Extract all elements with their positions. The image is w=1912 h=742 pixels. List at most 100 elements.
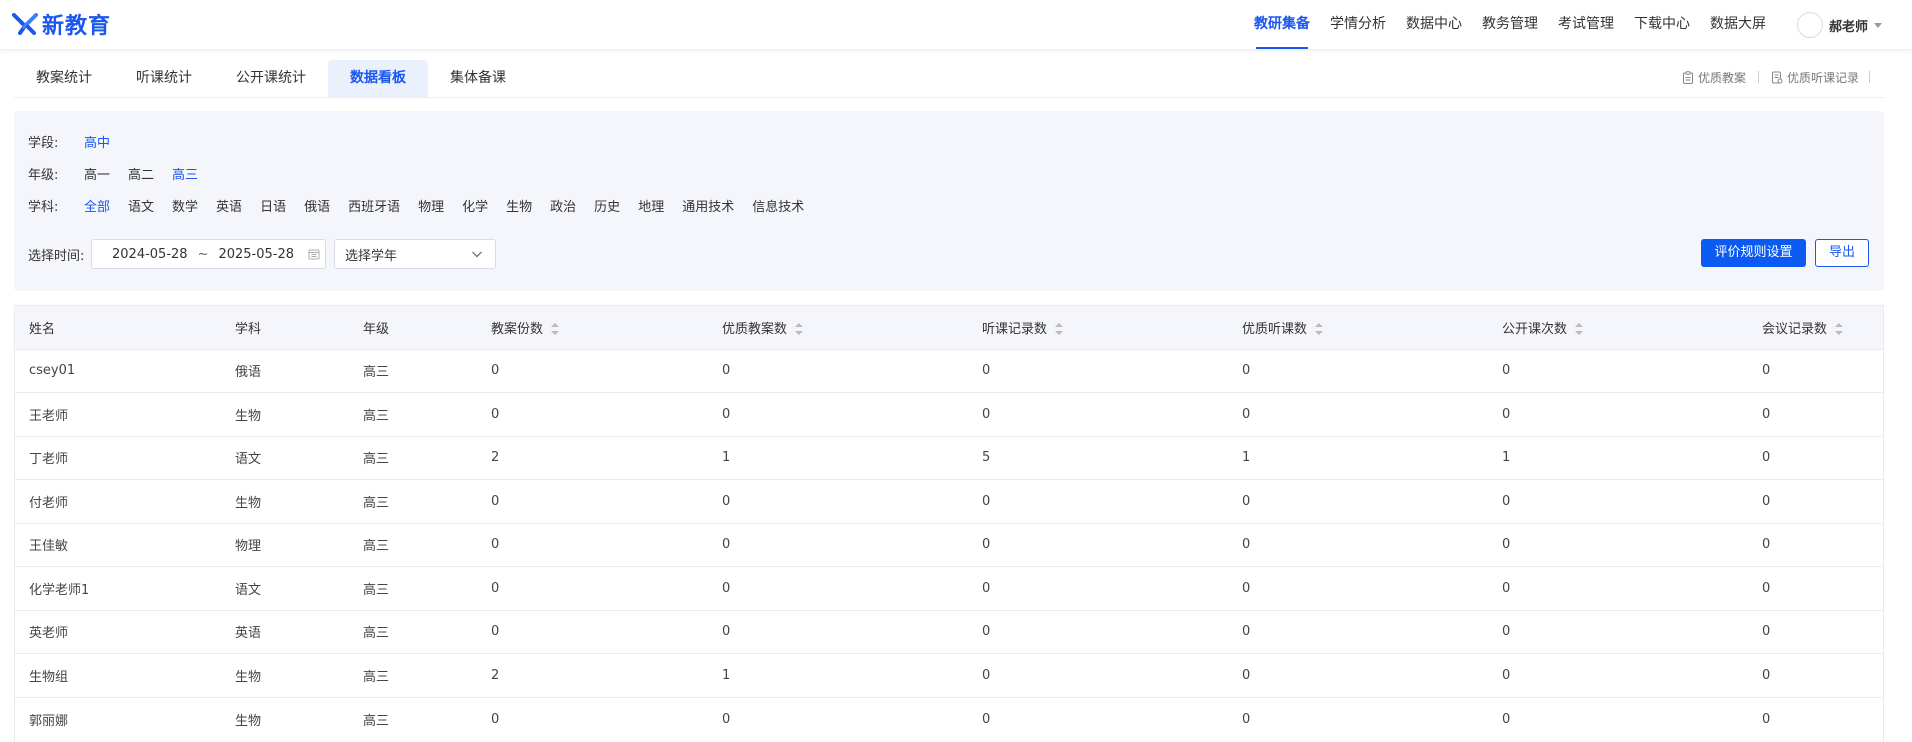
stats-table: 姓名 学科 年级 教案份数 优质教案数 听课记录数 优质听课数 公开课次数 会议记录数 csey…: [14, 305, 1884, 742]
sort-icon[interactable]: [1315, 323, 1324, 336]
nav-item[interactable]: 数据大屏: [1700, 0, 1776, 49]
table-cell: 付老师: [29, 495, 69, 511]
column-label: 学科: [235, 321, 262, 337]
sub-tabs: 教案统计 听课统计 公开课统计 数据看板 集体备课: [14, 60, 528, 97]
subject-option[interactable]: 俄语: [304, 196, 330, 215]
table-cell: 0: [722, 624, 731, 640]
stage-filter: 学段: 高中: [28, 131, 128, 151]
quicklink-quality-lessonplans[interactable]: 优质教案: [1682, 69, 1746, 86]
subject-option[interactable]: 数学: [172, 196, 198, 215]
table-cell: 0: [1762, 624, 1771, 640]
column-header[interactable]: 教案份数: [477, 306, 708, 349]
table-row: 英老师 英语 高三 0 0 0 0 0 0: [15, 610, 1883, 654]
table-cell: 高三: [363, 539, 390, 555]
column-header: 学科: [221, 306, 349, 349]
subject-option[interactable]: 全部: [84, 196, 110, 215]
column-label: 教案份数: [491, 321, 544, 337]
school-year-placeholder: 选择学年: [345, 248, 398, 264]
table-cell: 0: [1242, 493, 1251, 509]
subject-option[interactable]: 英语: [216, 196, 242, 215]
column-header[interactable]: 公开课次数: [1488, 306, 1748, 349]
table-cell: 0: [982, 406, 991, 422]
grade-option[interactable]: 高三: [172, 164, 198, 183]
table-body: csey01 俄语 高三 0 0 0 0 0 0 王老师 生物 高三 0 0 0 0 0 0 丁老师 语文 高三 2 1 5 1…: [15, 349, 1883, 741]
sub-tab[interactable]: 教案统计: [14, 60, 114, 97]
nav-item[interactable]: 数据中心: [1396, 0, 1472, 49]
table-cell: 0: [1762, 406, 1771, 422]
subject-option[interactable]: 化学: [462, 196, 488, 215]
subject-option[interactable]: 政治: [550, 196, 576, 215]
date-end[interactable]: 2025-05-28: [218, 247, 294, 262]
table-row: 王老师 生物 高三 0 0 0 0 0 0: [15, 392, 1883, 437]
grade-option[interactable]: 高一: [84, 164, 110, 183]
column-header[interactable]: 会议记录数: [1748, 306, 1883, 349]
table-cell: 高三: [363, 582, 390, 598]
grade-option[interactable]: 高二: [128, 164, 154, 183]
column-label: 姓名: [29, 321, 56, 337]
sort-icon[interactable]: [1055, 323, 1064, 336]
column-header[interactable]: 听课记录数: [968, 306, 1228, 349]
table-cell: 生物: [235, 495, 262, 511]
quicklink-quality-observations[interactable]: 优质听课记录: [1771, 69, 1859, 86]
table-cell: 0: [491, 406, 500, 422]
sub-tab[interactable]: 听课统计: [114, 60, 214, 97]
caret-down-icon[interactable]: [1874, 22, 1882, 28]
school-year-select[interactable]: 选择学年: [334, 239, 496, 269]
table-cell: 化学老师1: [29, 582, 90, 598]
table-cell: 0: [1242, 667, 1251, 683]
user-menu[interactable]: 郝老师: [1796, 12, 1882, 38]
table-row: 丁老师 语文 高三 2 1 5 1 1 0: [15, 436, 1883, 480]
table-cell: 俄语: [235, 365, 262, 381]
column-header: 姓名: [15, 306, 221, 349]
table-cell: 0: [982, 493, 991, 509]
subject-option[interactable]: 西班牙语: [348, 196, 400, 215]
table-cell: 0: [491, 624, 500, 640]
nav-item[interactable]: 教研集备: [1244, 0, 1320, 49]
table-cell: csey01: [29, 363, 76, 379]
table-cell: 0: [1242, 406, 1251, 422]
table-row: 付老师 生物 高三 0 0 0 0 0 0: [15, 479, 1883, 524]
time-filter: 选择时间:: [28, 244, 88, 264]
nav-item[interactable]: 下载中心: [1624, 0, 1700, 49]
sort-icon[interactable]: [1575, 323, 1584, 336]
nav-item[interactable]: 教务管理: [1472, 0, 1548, 49]
nav-item[interactable]: 学情分析: [1320, 0, 1396, 49]
logo[interactable]: 新教育: [12, 10, 112, 39]
table-cell: 0: [1502, 580, 1511, 596]
evaluation-rules-button[interactable]: 评价规则设置: [1701, 239, 1806, 267]
date-range-picker[interactable]: 2024-05-28 ~ 2025-05-28: [91, 239, 326, 269]
column-header[interactable]: 优质听课数: [1228, 306, 1488, 349]
table-cell: 高三: [363, 452, 390, 468]
export-button[interactable]: 导出: [1815, 239, 1869, 267]
grade-filter: 年级: 高一 高二 高三: [28, 163, 216, 183]
table-cell: 5: [982, 450, 991, 466]
sub-tab[interactable]: 集体备课: [428, 60, 528, 97]
nav-item[interactable]: 考试管理: [1548, 0, 1624, 49]
table-cell: 0: [1762, 580, 1771, 596]
sort-icon[interactable]: [1835, 323, 1844, 336]
subject-option[interactable]: 物理: [418, 196, 444, 215]
subject-option[interactable]: 通用技术: [682, 196, 734, 215]
subject-option[interactable]: 地理: [638, 196, 664, 215]
sort-icon[interactable]: [551, 323, 560, 336]
sub-tab[interactable]: 公开课统计: [214, 60, 328, 97]
subject-option[interactable]: 生物: [506, 196, 532, 215]
subject-option[interactable]: 日语: [260, 196, 286, 215]
table-cell: 物理: [235, 539, 262, 555]
logo-text: 新教育: [42, 14, 112, 39]
table-cell: 0: [982, 711, 991, 727]
subject-option[interactable]: 历史: [594, 196, 620, 215]
sub-tab[interactable]: 数据看板: [328, 60, 428, 97]
date-start[interactable]: 2024-05-28: [112, 247, 188, 262]
quicklink-label: 优质教案: [1697, 70, 1746, 85]
subject-option[interactable]: 语文: [128, 196, 154, 215]
stage-option[interactable]: 高中: [84, 132, 110, 151]
sort-icon[interactable]: [795, 323, 804, 336]
column-label: 优质教案数: [722, 321, 788, 337]
column-header[interactable]: 优质教案数: [708, 306, 968, 349]
quicklink-label: 优质听课记录: [1786, 70, 1859, 85]
avatar-icon[interactable]: [1796, 12, 1823, 38]
subject-option[interactable]: 信息技术: [752, 196, 804, 215]
table-header: 姓名 学科 年级 教案份数 优质教案数 听课记录数 优质听课数 公开课次数 会议记录数: [15, 306, 1883, 349]
table-cell: 1: [722, 667, 731, 683]
